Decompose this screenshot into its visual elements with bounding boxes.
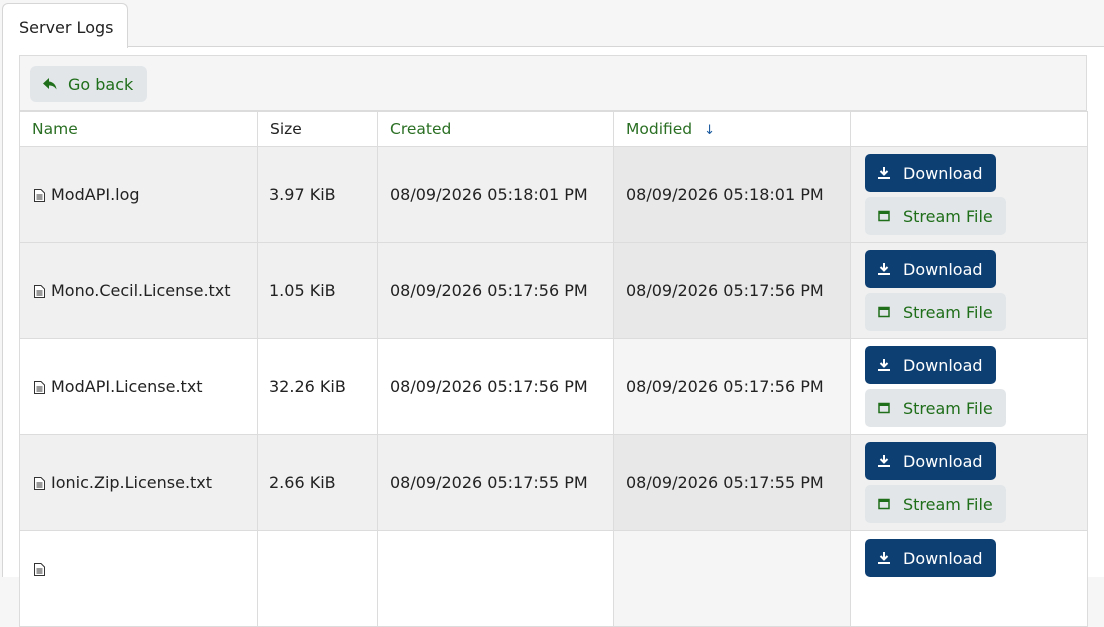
column-header-created-label: Created bbox=[390, 120, 452, 138]
stream-file-label: Stream File bbox=[903, 302, 993, 322]
file-modified: 08/09/2026 05:18:01 PM bbox=[613, 146, 851, 243]
tab-label: Server Logs bbox=[19, 18, 114, 37]
stream-file-label: Stream File bbox=[903, 494, 993, 514]
file-size: 32.26 KiB bbox=[257, 338, 378, 435]
window-icon bbox=[878, 210, 890, 222]
table-row: Download bbox=[19, 530, 1088, 627]
table-row: ModAPI.log 3.97 KiB 08/09/2026 05:18:01 … bbox=[19, 146, 1088, 243]
window-icon bbox=[878, 402, 890, 414]
download-icon bbox=[878, 552, 890, 564]
file-size: 1.05 KiB bbox=[257, 242, 378, 339]
file-name: ModAPI.License.txt bbox=[51, 377, 203, 396]
toolbar: Go back bbox=[19, 55, 1087, 111]
table-row: Ionic.Zip.License.txt 2.66 KiB 08/09/202… bbox=[19, 434, 1088, 531]
download-label: Download bbox=[903, 355, 983, 375]
file-size: 3.97 KiB bbox=[257, 146, 378, 243]
column-header-modified-label: Modified bbox=[626, 120, 693, 138]
download-button[interactable]: Download bbox=[865, 250, 996, 288]
file-created bbox=[377, 530, 614, 627]
column-header-size-label: Size bbox=[270, 120, 302, 138]
file-modified: 08/09/2026 05:17:56 PM bbox=[613, 338, 851, 435]
download-button[interactable]: Download bbox=[865, 442, 996, 480]
column-header-created[interactable]: Created bbox=[377, 111, 614, 147]
file-name-cell: ModAPI.log bbox=[19, 146, 258, 243]
file-modified bbox=[613, 530, 851, 627]
file-created: 08/09/2026 05:18:01 PM bbox=[377, 146, 614, 243]
stream-file-button[interactable]: Stream File bbox=[865, 293, 1006, 331]
file-icon bbox=[34, 285, 45, 298]
file-icon bbox=[34, 381, 45, 394]
reply-arrow-icon bbox=[43, 78, 57, 90]
file-icon bbox=[34, 189, 45, 202]
stream-file-button[interactable]: Stream File bbox=[865, 485, 1006, 523]
download-button[interactable]: Download bbox=[865, 539, 996, 577]
column-header-name-label: Name bbox=[32, 120, 78, 138]
column-header-actions bbox=[850, 111, 1088, 147]
go-back-label: Go back bbox=[68, 74, 134, 94]
stream-file-button[interactable]: Stream File bbox=[865, 197, 1006, 235]
download-icon bbox=[878, 455, 890, 467]
stream-file-label: Stream File bbox=[903, 398, 993, 418]
download-button[interactable]: Download bbox=[865, 154, 996, 192]
actions-cell: Download Stream File bbox=[850, 146, 1088, 243]
actions-cell: Download Stream File bbox=[850, 338, 1088, 435]
file-size bbox=[257, 530, 378, 627]
arrow-down-icon[interactable]: ↓ bbox=[704, 123, 715, 138]
tab-server-logs[interactable]: Server Logs bbox=[2, 3, 128, 48]
table-row: Mono.Cecil.License.txt 1.05 KiB 08/09/20… bbox=[19, 242, 1088, 339]
download-button[interactable]: Download bbox=[865, 346, 996, 384]
window-icon bbox=[878, 498, 890, 510]
table-row: ModAPI.License.txt 32.26 KiB 08/09/2026 … bbox=[19, 338, 1088, 435]
download-icon bbox=[878, 263, 890, 275]
download-label: Download bbox=[903, 548, 983, 568]
actions-cell: Download bbox=[850, 530, 1088, 627]
download-label: Download bbox=[903, 259, 983, 279]
stream-file-label: Stream File bbox=[903, 206, 993, 226]
download-label: Download bbox=[903, 451, 983, 471]
table-header-row: Name Size Created Modified ↓ bbox=[19, 111, 1088, 147]
file-name: Mono.Cecil.License.txt bbox=[51, 281, 231, 300]
go-back-button[interactable]: Go back bbox=[30, 66, 148, 102]
file-created: 08/09/2026 05:17:56 PM bbox=[377, 242, 614, 339]
file-created: 08/09/2026 05:17:56 PM bbox=[377, 338, 614, 435]
file-modified: 08/09/2026 05:17:56 PM bbox=[613, 242, 851, 339]
file-name: ModAPI.log bbox=[51, 185, 140, 204]
file-icon bbox=[34, 477, 45, 490]
window-icon bbox=[878, 306, 890, 318]
column-header-name[interactable]: Name bbox=[19, 111, 258, 147]
actions-cell: Download Stream File bbox=[850, 242, 1088, 339]
file-name-cell: ModAPI.License.txt bbox=[19, 338, 258, 435]
logs-table: Name Size Created Modified ↓ ModAPI.log 3… bbox=[19, 111, 1088, 627]
stream-file-button[interactable]: Stream File bbox=[865, 389, 1006, 427]
column-header-modified[interactable]: Modified ↓ bbox=[613, 111, 851, 147]
download-label: Download bbox=[903, 163, 983, 183]
file-name-cell: Ionic.Zip.License.txt bbox=[19, 434, 258, 531]
file-name-cell: Mono.Cecil.License.txt bbox=[19, 242, 258, 339]
file-created: 08/09/2026 05:17:55 PM bbox=[377, 434, 614, 531]
actions-cell: Download Stream File bbox=[850, 434, 1088, 531]
download-icon bbox=[878, 359, 890, 371]
file-size: 2.66 KiB bbox=[257, 434, 378, 531]
file-name-cell bbox=[19, 530, 258, 627]
file-name: Ionic.Zip.License.txt bbox=[51, 473, 213, 492]
column-header-size: Size bbox=[257, 111, 378, 147]
file-modified: 08/09/2026 05:17:55 PM bbox=[613, 434, 851, 531]
download-icon bbox=[878, 167, 890, 179]
